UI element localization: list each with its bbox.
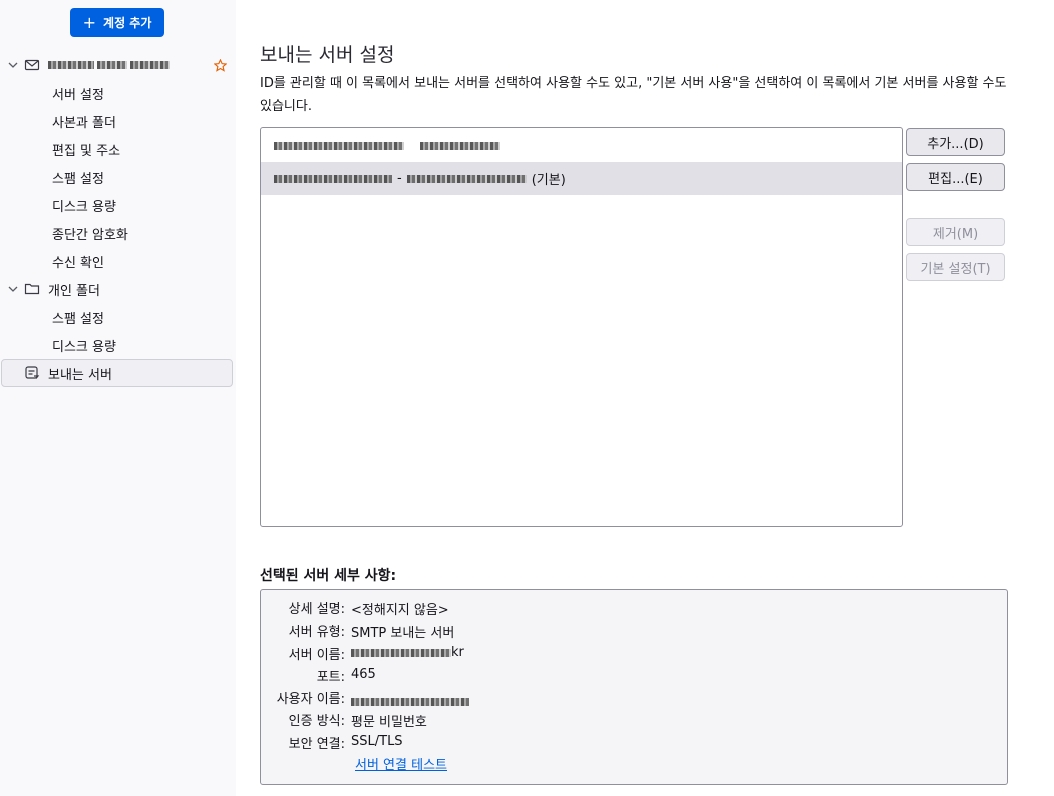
sidebar-item-copies-folders[interactable]: 사본과 폴더 [0,107,236,135]
default-tag: (기본) [531,173,566,188]
server-entry-redacted [274,141,404,150]
folder-icon [24,283,40,295]
sidebar-account-label [48,61,170,69]
sidebar-item-server-settings[interactable]: 서버 설정 [0,79,236,107]
remove-server-button[interactable]: 제거(M) [906,218,1005,246]
account-sidebar: + 계정 추가 서버 설정 사본과 폴더 편집 및 주소 스팸 설정 디스크 용… [0,0,236,796]
chevron-down-icon[interactable] [7,59,19,71]
sidebar-item-composition[interactable]: 편집 및 주소 [0,135,236,163]
sidebar-item-local-disk-space[interactable]: 디스크 용량 [0,331,236,359]
sidebar-item-junk[interactable]: 스팸 설정 [0,163,236,191]
page-title: 보내는 서버 설정 [260,44,395,66]
details-heading: 선택된 서버 세부 사항: [260,568,397,584]
set-default-button[interactable]: 기본 설정(T) [906,253,1005,281]
server-list-item-selected[interactable]: - (기본) [261,162,902,195]
chevron-down-icon[interactable] [7,283,19,295]
edit-server-button[interactable]: 편집...(E) [906,163,1005,191]
server-entry-redacted [274,174,392,183]
outgoing-server-icon [25,366,40,379]
server-list-item[interactable] [261,129,902,162]
smtp-server-list[interactable]: - (기본) [260,127,903,527]
plus-icon: + [82,12,97,32]
sidebar-local-folders-row[interactable]: 개인 폴더 [0,275,236,303]
add-account-button[interactable]: + 계정 추가 [70,8,164,37]
add-account-label: 계정 추가 [103,16,152,30]
mail-account-icon [24,59,40,71]
add-server-button[interactable]: 추가...(D) [906,128,1005,156]
sidebar-account-row[interactable] [0,51,236,79]
page-description: ID를 관리할 때 이 목록에서 보내는 서버를 선택하여 사용할 수도 있고,… [260,76,1007,114]
default-star-icon [214,58,227,72]
sidebar-item-receipts[interactable]: 수신 확인 [0,247,236,275]
test-connection-link[interactable]: 서버 연결 테스트 [355,754,447,773]
sidebar-item-disk-space[interactable]: 디스크 용량 [0,191,236,219]
sidebar-item-local-junk[interactable]: 스팸 설정 [0,303,236,331]
sidebar-item-e2e-encryption[interactable]: 종단간 암호화 [0,219,236,247]
sidebar-outgoing-row[interactable]: 보내는 서버 [0,359,236,387]
